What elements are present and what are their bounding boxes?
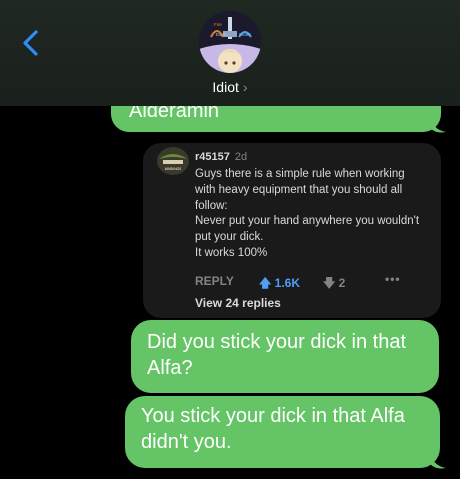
- back-chevron-icon[interactable]: [16, 28, 46, 58]
- arrow-down-icon: 🡇: [323, 276, 339, 290]
- comment-line: Never put your hand anywhere you wouldn'…: [195, 215, 420, 228]
- contact-name-text: Idiot: [212, 79, 239, 95]
- comment-line: with heavy equipment that you should all: [195, 183, 403, 196]
- avatar-image: Fire Earth Water: [199, 11, 261, 73]
- comment-line: follow:: [195, 199, 228, 212]
- conversation-header: Fire Earth Water Idiot ›: [0, 0, 460, 106]
- commenter-avatar: WARUNGS: [157, 147, 189, 175]
- chevron-right-icon: ›: [242, 79, 248, 95]
- shared-comment-image[interactable]: WARUNGS r45157 2d Guys there is a simple …: [143, 143, 441, 318]
- fire-label: Fire: [214, 22, 222, 27]
- comment-body: Guys there is a simple rule when working…: [195, 167, 435, 262]
- message-text: Did you stick your dick in that Alfa?: [147, 331, 406, 379]
- upvote-button[interactable]: 🡅 1.6K: [259, 274, 300, 295]
- view-replies-link[interactable]: View 24 replies: [195, 296, 281, 310]
- downvote-count: 2: [338, 276, 346, 290]
- message-text: You stick your dick in that Alfa didn't …: [141, 405, 405, 453]
- downvote-button[interactable]: 🡇 2: [323, 274, 345, 295]
- comment-line: It works 100%: [195, 246, 268, 259]
- earth-label: Earth: [216, 32, 227, 37]
- comment-actions: REPLY 🡅 1.6K 🡇 2 •••: [195, 272, 435, 290]
- more-options-icon[interactable]: •••: [385, 272, 401, 286]
- reply-button[interactable]: REPLY: [195, 274, 234, 288]
- comment-meta: r45157 2d: [195, 151, 247, 163]
- comment-username[interactable]: r45157: [195, 151, 230, 163]
- comment-line: Guys there is a simple rule when working: [195, 168, 405, 180]
- comment-line: put your dick.: [195, 231, 264, 244]
- contact-name[interactable]: Idiot ›: [0, 79, 460, 95]
- arrow-up-icon: 🡅: [259, 276, 275, 290]
- bubble-tail-icon: [430, 454, 446, 469]
- message-bubble[interactable]: You stick your dick in that Alfa didn't …: [125, 396, 440, 468]
- comment-age: 2d: [234, 151, 248, 163]
- contact-avatar[interactable]: Fire Earth Water: [199, 11, 261, 73]
- upvote-count: 1.6K: [274, 276, 301, 290]
- avatar-caption: WARUNGS: [165, 167, 182, 171]
- message-bubble[interactable]: Did you stick your dick in that Alfa?: [131, 320, 439, 393]
- water-label: Water: [239, 32, 251, 37]
